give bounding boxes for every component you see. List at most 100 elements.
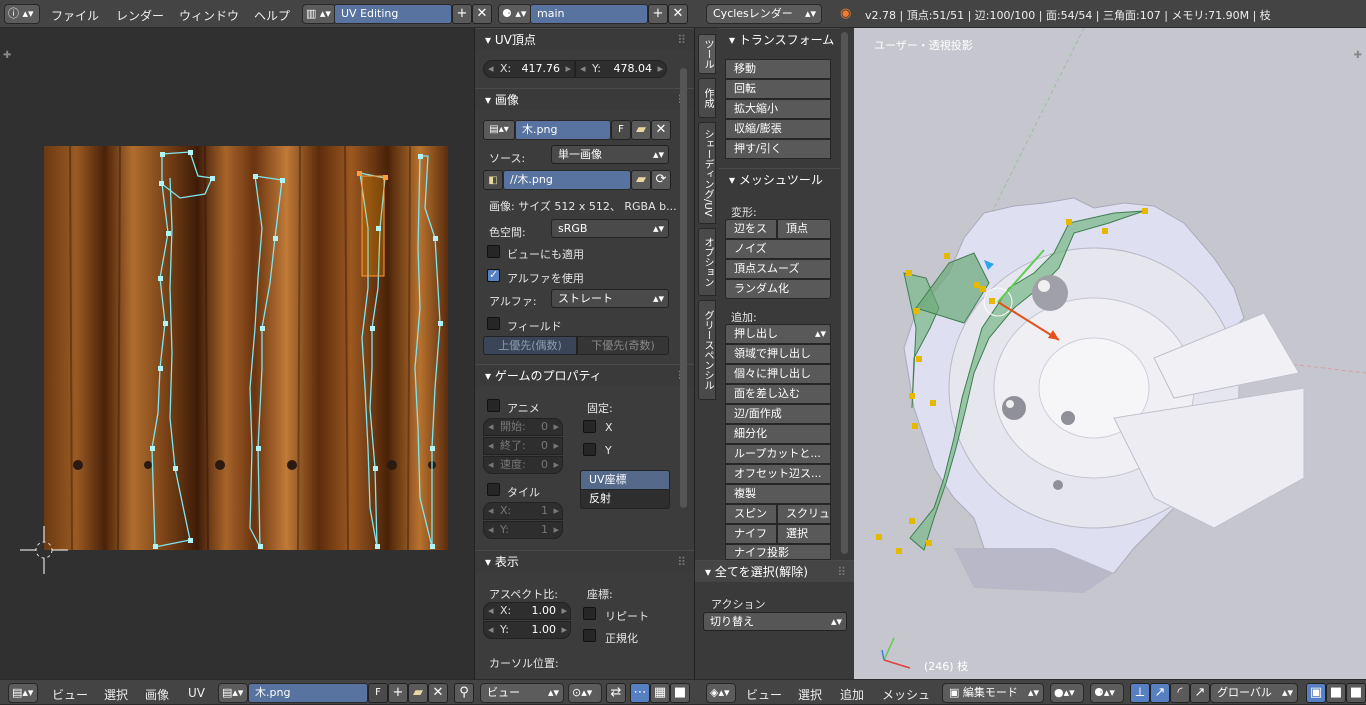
edge-select-button[interactable]: ▦ [650,683,670,703]
pivot-dropdown[interactable]: ⊙▴▾ [568,683,602,703]
clamp-x-checkbox[interactable] [583,420,596,433]
open-image-button[interactable]: ▰ [631,120,651,140]
layout-selector-button[interactable]: ▥ ▴▾ [302,4,336,24]
screw-button[interactable]: スクリュ [777,504,831,524]
tab-options[interactable]: オプション [698,228,716,296]
menu-help[interactable]: ヘルプ [254,7,290,24]
reload-image-button[interactable]: ⟳ [651,170,671,190]
pivot-point-dropdown[interactable]: ⚈▴▾ [1090,683,1124,703]
panel-transform-header[interactable]: ▾ トランスフォーム [719,28,840,50]
vertex-select-button[interactable]: ⋯ [630,683,650,703]
add-tool-button[interactable]: オフセット辺ス... [725,464,831,484]
render-engine-dropdown[interactable]: Cyclesレンダー ▴▾ [706,4,822,24]
3d-menu-add[interactable]: 追加 [840,686,864,703]
panel-uv-vertex-header[interactable]: ▾ UV頂点 ⠿ [475,28,694,50]
tab-grease-pencil[interactable]: グリースペンシル [698,300,716,400]
tile-y-field[interactable]: ◂ Y: 1 ▸ [483,521,563,539]
anim-end-field[interactable]: ◂ 終了: 0 ▸ [483,437,563,455]
region-plus-icon[interactable]: ✚ [1354,50,1362,61]
randomize-button[interactable]: ランダム化 [725,279,831,299]
tile-x-field[interactable]: ◂ X: 1 ▸ [483,502,563,520]
menu-window[interactable]: ウィンドウ [179,7,239,24]
menu-render[interactable]: レンダー [116,7,164,24]
add-tool-button[interactable]: 領域で押し出し [725,344,831,364]
face-select-button[interactable]: ■ [670,683,690,703]
mapping-reflect-button[interactable]: 反射 [580,489,670,509]
view-as-render-checkbox[interactable] [487,245,500,258]
mode-dropdown[interactable]: ▣ 編集モード ▴▾ [942,683,1044,703]
tiles-checkbox[interactable] [487,483,500,496]
uv-menu-uv[interactable]: UV [188,686,205,700]
edge-slide-button[interactable]: 辺をス [725,219,777,239]
panel-game-properties-header[interactable]: ▾ ゲームのプロパティ ⠿ [475,364,694,386]
layer-texture-button[interactable]: ■ [1346,683,1366,703]
manipulator-toggle-button[interactable]: ⟂ [1130,683,1150,703]
scene-selector-button[interactable]: ⚈ ▴▾ [498,4,532,24]
sphere-object-2[interactable] [1002,396,1026,420]
add-tool-button[interactable]: 細分化 [725,424,831,444]
extrude-dropdown[interactable]: 押し出し ▴▾ [725,324,831,344]
tool-shelf-scrollbar[interactable] [841,32,848,554]
layout-name-field[interactable]: UV Editing [334,4,452,24]
sphere-object-3[interactable] [1061,411,1075,425]
3d-editor-type-button[interactable]: ◈▴▾ [706,683,736,703]
uv-y-field[interactable]: ◂ Y: 478.04 ▸ [575,60,667,78]
layer-solid-button[interactable]: ▣ [1306,683,1326,703]
operator-panel-header[interactable]: ▾ 全てを選択(解除) ⠿ [695,560,854,582]
add-tool-button[interactable]: 面を差し込む [725,384,831,404]
panel-display-header[interactable]: ▾ 表示 ⠿ [475,550,694,572]
filepath-field[interactable]: //木.png [503,170,631,190]
lower-first-button[interactable]: 下優先(奇数) [577,336,669,355]
normalized-checkbox[interactable] [583,629,596,642]
uv-editor-canvas[interactable]: ✚ [0,28,474,679]
pin-image-button[interactable]: ⚲ [454,683,474,703]
drag-grip-icon[interactable]: ⠿ [677,29,686,51]
uv-image-browse-button[interactable]: ▤▴▾ [218,683,248,703]
scene-name-field[interactable]: main [530,4,648,24]
transform-tool-button[interactable]: 移動 [725,59,831,79]
menu-file[interactable]: ファイル [51,7,99,24]
add-tool-button[interactable]: 辺/面作成 [725,404,831,424]
sphere-object-1[interactable] [1032,275,1068,311]
add-tool-button[interactable]: 複製 [725,484,831,504]
transform-tool-button[interactable]: 拡大縮小 [725,99,831,119]
clamp-y-checkbox[interactable] [583,443,596,456]
3d-menu-select[interactable]: 選択 [798,686,822,703]
rotate-manipulator-button[interactable]: ◜ [1170,683,1190,703]
drag-grip-icon[interactable]: ⠿ [837,561,846,583]
info-editor-type-button[interactable]: ⓘ ▴▾ [4,4,40,24]
add-layout-button[interactable]: + [452,4,472,24]
panel-image-header[interactable]: ▾ 画像 ⠿ [475,88,694,110]
use-alpha-checkbox[interactable]: ✓ [487,268,500,282]
drag-grip-icon[interactable]: ⠿ [677,551,686,573]
uv-new-image-button[interactable]: + [388,683,408,703]
sync-selection-button[interactable]: ⇄ [606,683,626,703]
browse-file-button[interactable]: ▰ [631,170,651,190]
knife-button[interactable]: ナイフ [725,524,777,544]
uv-menu-view[interactable]: ビュー [52,686,88,703]
viewport-scene[interactable] [854,28,1366,679]
3d-menu-view[interactable]: ビュー [746,686,782,703]
fields-checkbox[interactable] [487,317,500,330]
scale-manipulator-button[interactable]: ↗ [1190,683,1210,703]
noise-button[interactable]: ノイズ [725,239,831,259]
repeat-checkbox[interactable] [583,607,596,620]
image-browse-button[interactable]: ▤▴▾ [483,120,515,140]
aspect-x-field[interactable]: ◂ X: 1.00 ▸ [483,602,571,620]
tab-shading-uv[interactable]: シェーディング/UV [698,122,716,224]
smooth-vertex-button[interactable]: 頂点スムーズ [725,259,831,279]
sphere-object-4[interactable] [1053,480,1063,490]
tab-create[interactable]: 作成 [698,78,716,118]
shading-dropdown[interactable]: ●▴▾ [1050,683,1084,703]
uv-menu-image[interactable]: 画像 [145,686,169,703]
uv-image-view[interactable] [0,28,474,679]
unlink-image-button[interactable]: ✕ [651,120,671,140]
orientation-dropdown[interactable]: グローバル ▴▾ [1210,683,1298,703]
add-tool-button[interactable]: 個々に押し出し [725,364,831,384]
uv-open-image-button[interactable]: ▰ [408,683,428,703]
fake-user-button[interactable]: F [611,120,631,140]
uv-editor-type-button[interactable]: ▤▴▾ [8,683,38,703]
uv-unlink-image-button[interactable]: ✕ [428,683,448,703]
layer-wire-button[interactable]: ■ [1326,683,1346,703]
spin-button[interactable]: スピン [725,504,777,524]
